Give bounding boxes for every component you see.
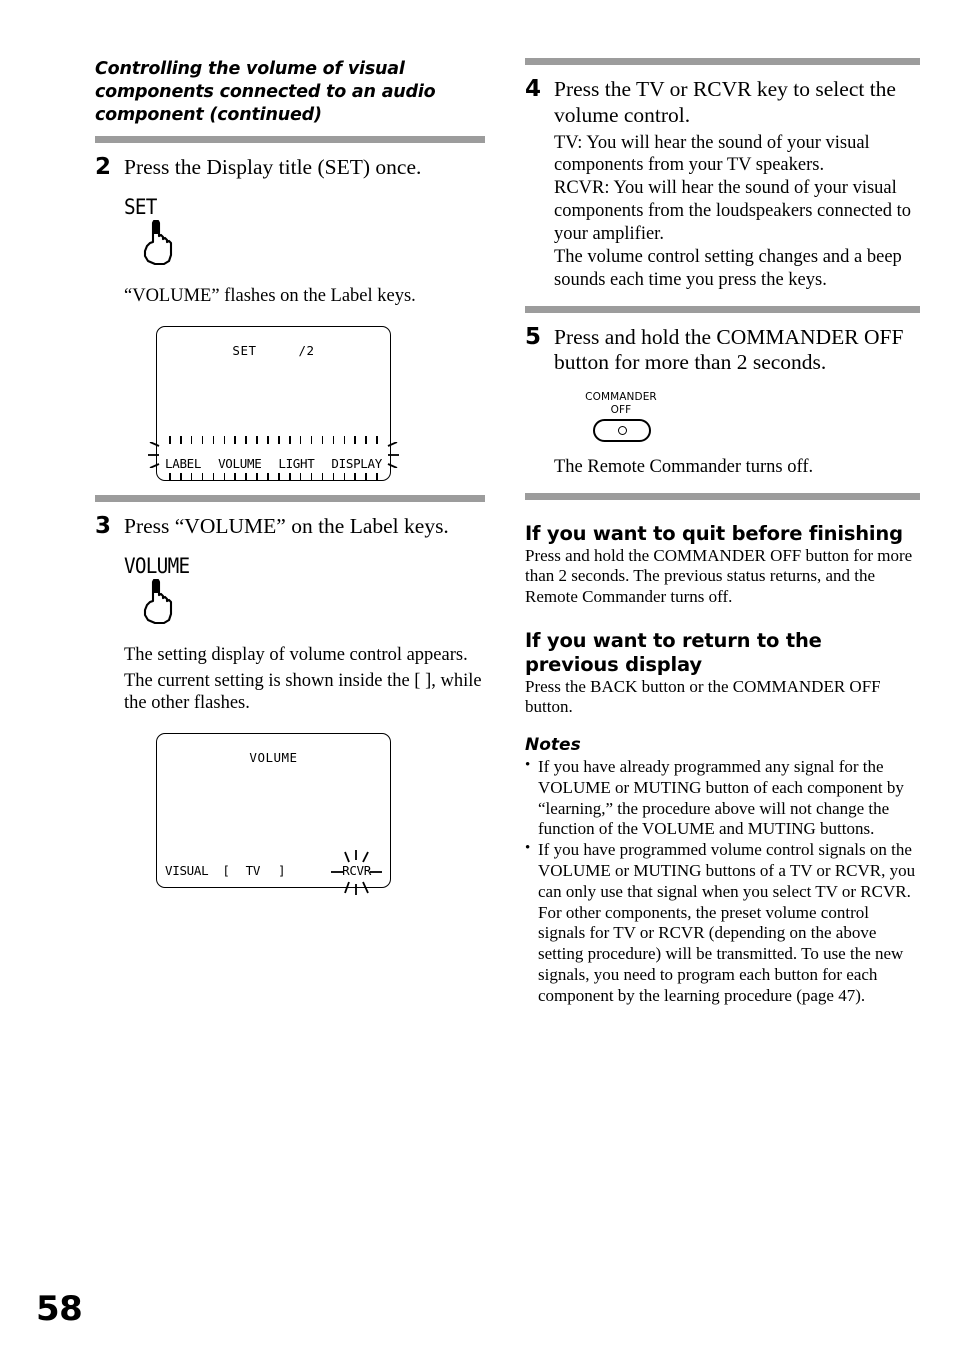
flash-ticks-top [169, 435, 378, 444]
step-5-number: 5 [525, 323, 542, 350]
step-4-detail-beep: The volume control setting changes and a… [554, 246, 902, 290]
lcd-bracket-close: ] [278, 863, 286, 879]
step-2-number: 2 [95, 154, 112, 181]
step-5-title: Press and hold the COMMANDER OFF button … [554, 324, 904, 375]
step-4: 4 Press the TV or RCVR key to select the… [525, 76, 920, 292]
lcd-visual-label: VISUAL [165, 863, 209, 879]
quit-section-body: Press and hold the COMMANDER OFF button … [525, 545, 913, 606]
lcd-bracket-open: [ [222, 863, 230, 879]
step-3-result-1: The setting display of volume control ap… [124, 644, 468, 665]
section-divider [95, 136, 485, 144]
step-5: 5 Press and hold the COMMANDER OFF butto… [525, 324, 920, 479]
lcd-label-key-display[interactable]: DISPLAY [331, 456, 382, 471]
page-number: 58 [36, 1289, 83, 1329]
step-4-number: 4 [525, 76, 542, 102]
commander-off-button[interactable] [593, 418, 651, 442]
flash-right-marks [387, 441, 399, 468]
note-item: If you have programmed volume control si… [525, 839, 920, 1007]
note-item: If you have already programmed any signa… [525, 756, 920, 840]
step-3-result-2: The current setting is shown inside the … [124, 670, 482, 714]
step-3-title: Press “VOLUME” on the Label keys. [124, 513, 449, 538]
lcd-rcvr-label: RCVR [342, 863, 371, 879]
lcd-volume-row: VISUAL [ TV ] RCVR [165, 850, 383, 896]
commander-off-label-line1: COMMANDER [585, 391, 657, 404]
step-4-title: Press the TV or RCVR key to select the v… [554, 77, 896, 127]
right-column: 4 Press the TV or RCVR key to select the… [525, 58, 920, 1007]
section-divider-5 [525, 492, 920, 500]
step-3: 3 Press “VOLUME” on the Label keys. VOLU… [95, 512, 485, 896]
step-4-detail-rcvr: RCVR: You will hear the sound of your vi… [554, 178, 912, 244]
section-divider-3 [525, 58, 920, 65]
flash-ticks-bottom [169, 472, 378, 481]
commander-off-button-dot-icon [617, 425, 627, 435]
lcd-volume-header: VOLUME [157, 750, 390, 765]
step-2: 2 Press the Display title (SET) once. SE… [95, 154, 485, 481]
lcd-label-keys-row: LABEL VOLUME LIGHT DISPLAY [165, 456, 382, 471]
commander-off-label-line2: OFF [610, 403, 632, 416]
lcd-label-key-volume[interactable]: VOLUME [218, 456, 262, 471]
manual-page: Controlling the volume of visual compone… [0, 0, 954, 1357]
return-section-body: Press the BACK button or the COMMANDER O… [525, 676, 881, 717]
step-2-title: Press the Display title (SET) once. [124, 155, 422, 180]
lcd-screen-volume: VOLUME VISUAL [ TV ] RCVR [156, 733, 485, 896]
lcd-bracket-value: TV [245, 863, 261, 879]
lcd-set-page: /2 [298, 342, 315, 358]
lcd-screen-set: SET /2 LABEL VOLUME LIGHT DISPLAY [148, 325, 485, 481]
lcd-rcvr-flashing[interactable]: RCVR [331, 850, 383, 896]
commander-off-button-graphic: COMMANDER OFF [584, 391, 920, 442]
running-head: Controlling the volume of visual compone… [95, 59, 436, 126]
lcd-volume-title: VOLUME [249, 750, 298, 766]
step-4-detail-tv: TV: You will hear the sound of your visu… [554, 132, 870, 176]
flash-left-marks [148, 441, 160, 468]
notes-heading: Notes [525, 734, 581, 755]
step-3-keycap-label: VOLUME [124, 553, 190, 578]
pointing-hand-icon [138, 220, 485, 271]
step-3-number: 3 [95, 512, 112, 539]
step-5-result: The Remote Commander turns off. [554, 456, 814, 477]
pointing-hand-icon-2 [138, 578, 485, 630]
lcd-set-title: SET [232, 342, 257, 358]
lcd-label-key-label[interactable]: LABEL [165, 456, 201, 471]
lcd-set-header: SET /2 [157, 343, 390, 358]
lcd-label-key-light[interactable]: LIGHT [278, 456, 314, 471]
return-section-heading: If you want to return to the previous di… [525, 629, 822, 676]
section-divider-4 [525, 305, 920, 313]
notes-list: If you have already programmed any signa… [525, 756, 920, 1007]
step-2-keycap-label: SET [124, 195, 157, 220]
left-column: Controlling the volume of visual compone… [95, 58, 485, 896]
quit-section-heading: If you want to quit before finishing [525, 521, 903, 545]
section-divider-2 [95, 494, 485, 502]
step-2-result: “VOLUME” flashes on the Label keys. [124, 286, 416, 307]
